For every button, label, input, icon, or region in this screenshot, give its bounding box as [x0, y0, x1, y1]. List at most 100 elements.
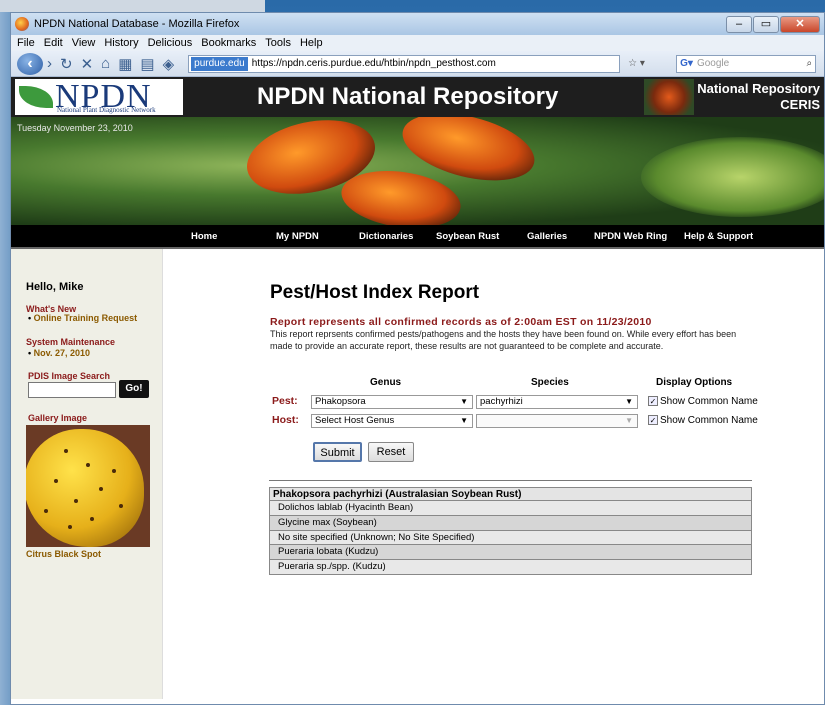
- close-button[interactable]: ✕: [780, 15, 820, 33]
- minimize-button[interactable]: –: [726, 15, 752, 33]
- pest-species-value: pachyrhizi: [480, 396, 523, 407]
- menu-view[interactable]: View: [72, 37, 96, 49]
- pest-species-select[interactable]: pachyrhizi ▼: [476, 395, 638, 409]
- address-bar[interactable]: purdue.edu https://npdn.ceris.purdue.edu…: [188, 54, 621, 73]
- gallery-heading: Gallery Image: [28, 413, 88, 423]
- citrus-fruit-image: [26, 429, 144, 547]
- display-options-header: Display Options: [656, 377, 733, 388]
- host-common-name-label: Show Common Name: [660, 415, 758, 426]
- gallery-image[interactable]: [26, 425, 150, 547]
- navigation-toolbar: ‹ › ↻ ✕ ⌂ ▦ ▤ ◈ purdue.edu https://npdn.…: [11, 51, 824, 77]
- tag-icon[interactable]: ◈: [163, 55, 175, 73]
- dropdown-arrow-icon: ▼: [625, 397, 633, 406]
- results-header: Phakopsora pachyrhizi (Australasian Soyb…: [269, 487, 752, 501]
- butterfly-thumbnail: [644, 79, 694, 115]
- nav-my-npdn[interactable]: My NPDN: [276, 231, 319, 242]
- genus-column-header: Genus: [370, 377, 402, 388]
- dropdown-arrow-icon: ▼: [460, 397, 468, 406]
- system-maintenance-heading: System Maintenance: [26, 337, 116, 347]
- results-table: Phakopsora pachyrhizi (Australasian Soyb…: [269, 480, 752, 575]
- nav-help-support[interactable]: Help & Support: [684, 231, 753, 242]
- nav-dictionaries[interactable]: Dictionaries: [359, 231, 413, 242]
- back-button[interactable]: ‹: [17, 52, 43, 75]
- nav-home[interactable]: Home: [191, 231, 217, 242]
- menu-tools[interactable]: Tools: [265, 37, 291, 49]
- pest-genus-select[interactable]: Phakopsora ▼: [311, 395, 473, 409]
- site-header: NPDN National Plant Diagnostic Network N…: [11, 77, 824, 117]
- ceris-text: National Repository CERIS: [694, 81, 824, 113]
- pest-genus-value: Phakopsora: [315, 396, 366, 407]
- table-row[interactable]: No site specified (Unknown; No Site Spec…: [269, 530, 752, 546]
- pest-common-name-checkbox[interactable]: ✓: [648, 396, 658, 406]
- maximize-button[interactable]: ▭: [753, 15, 779, 33]
- go-button[interactable]: Go!: [119, 380, 149, 398]
- table-row[interactable]: Pueraria sp./spp. (Kudzu): [269, 560, 752, 575]
- screen-icon[interactable]: ▦: [118, 55, 132, 73]
- home-icon[interactable]: ⌂: [101, 55, 110, 72]
- pdis-search-input[interactable]: [28, 382, 116, 398]
- menu-file[interactable]: File: [17, 37, 35, 49]
- reload-icon[interactable]: ↻: [60, 55, 73, 73]
- menu-edit[interactable]: Edit: [44, 37, 63, 49]
- table-row[interactable]: Pueraria lobata (Kudzu): [269, 545, 752, 561]
- butterfly-banner: Tuesday November 23, 2010: [11, 117, 824, 225]
- report-date-line: Report represents all confirmed records …: [270, 316, 652, 328]
- site-title: NPDN National Repository: [257, 83, 559, 110]
- banner-leaf: [641, 137, 824, 217]
- menu-bar: File Edit View History Delicious Bookmar…: [11, 35, 824, 51]
- banner-date: Tuesday November 23, 2010: [17, 123, 133, 133]
- sidebar: Hello, Mike What's New Online Training R…: [11, 249, 163, 699]
- menu-help[interactable]: Help: [300, 37, 323, 49]
- title-bar: NPDN National Database - Mozilla Firefox…: [11, 13, 824, 35]
- page-content: Hello, Mike What's New Online Training R…: [11, 249, 824, 699]
- search-engine-icon[interactable]: G▾: [680, 58, 693, 69]
- host-label: Host:: [272, 414, 299, 426]
- search-placeholder: Google: [696, 58, 730, 69]
- window-title: NPDN National Database - Mozilla Firefox: [34, 18, 240, 30]
- nav-soybean-rust[interactable]: Soybean Rust: [436, 231, 499, 242]
- menu-delicious[interactable]: Delicious: [148, 37, 193, 49]
- nav-web-ring[interactable]: NPDN Web Ring: [594, 231, 667, 242]
- online-training-link[interactable]: Online Training Request: [28, 313, 138, 323]
- menu-bookmarks[interactable]: Bookmarks: [201, 37, 256, 49]
- sidebar-icon[interactable]: ▤: [140, 55, 154, 73]
- pest-label: Pest:: [272, 395, 298, 407]
- npdn-logo[interactable]: NPDN National Plant Diagnostic Network: [15, 79, 183, 115]
- host-genus-value: Select Host Genus: [315, 415, 395, 426]
- search-icon[interactable]: ⌕: [807, 58, 813, 69]
- reset-button[interactable]: Reset: [368, 442, 414, 462]
- page-title: Pest/Host Index Report: [270, 282, 480, 303]
- maintenance-date-link[interactable]: Nov. 27, 2010: [28, 348, 90, 358]
- host-genus-select[interactable]: Select Host Genus ▼: [311, 414, 473, 428]
- main-nav: Home My NPDN Dictionaries Soybean Rust G…: [11, 225, 824, 249]
- pest-common-name-label: Show Common Name: [660, 396, 758, 407]
- browser-window: NPDN National Database - Mozilla Firefox…: [10, 12, 825, 705]
- forward-button[interactable]: ›: [47, 55, 52, 72]
- report-description: This report reprsents confirmed pests/pa…: [270, 329, 737, 351]
- greeting: Hello, Mike: [26, 281, 84, 293]
- host-species-select[interactable]: ▼: [476, 414, 638, 428]
- stop-icon[interactable]: ✕: [81, 55, 94, 73]
- ceris-line2: CERIS: [780, 97, 820, 112]
- table-row[interactable]: Glycine max (Soybean): [269, 515, 752, 531]
- pdis-search-heading: PDIS Image Search: [28, 371, 111, 381]
- bookmark-star-icon[interactable]: ☆ ▾: [628, 58, 676, 69]
- gallery-caption-link[interactable]: Citrus Black Spot: [26, 549, 101, 559]
- desktop-edge: [0, 0, 265, 12]
- site-identity-badge[interactable]: purdue.edu: [191, 56, 248, 71]
- url-text: https://npdn.ceris.purdue.edu/htbin/npdn…: [251, 58, 496, 69]
- host-common-name-checkbox[interactable]: ✓: [648, 415, 658, 425]
- table-row[interactable]: Dolichos lablab (Hyacinth Bean): [269, 501, 752, 516]
- species-column-header: Species: [531, 377, 569, 388]
- dropdown-arrow-icon: ▼: [625, 416, 633, 425]
- results-rows: Dolichos lablab (Hyacinth Bean) Glycine …: [269, 501, 752, 575]
- submit-button[interactable]: Submit: [313, 442, 362, 462]
- search-box[interactable]: G▾ Google ⌕: [676, 54, 817, 73]
- report-panel: Pest/Host Index Report Report represents…: [163, 249, 824, 699]
- dropdown-arrow-icon: ▼: [460, 416, 468, 425]
- logo-subtitle: National Plant Diagnostic Network: [57, 106, 156, 114]
- menu-history[interactable]: History: [104, 37, 138, 49]
- nav-galleries[interactable]: Galleries: [527, 231, 567, 242]
- ceris-badge[interactable]: National Repository CERIS: [644, 77, 824, 117]
- ceris-line1: National Repository: [697, 81, 820, 96]
